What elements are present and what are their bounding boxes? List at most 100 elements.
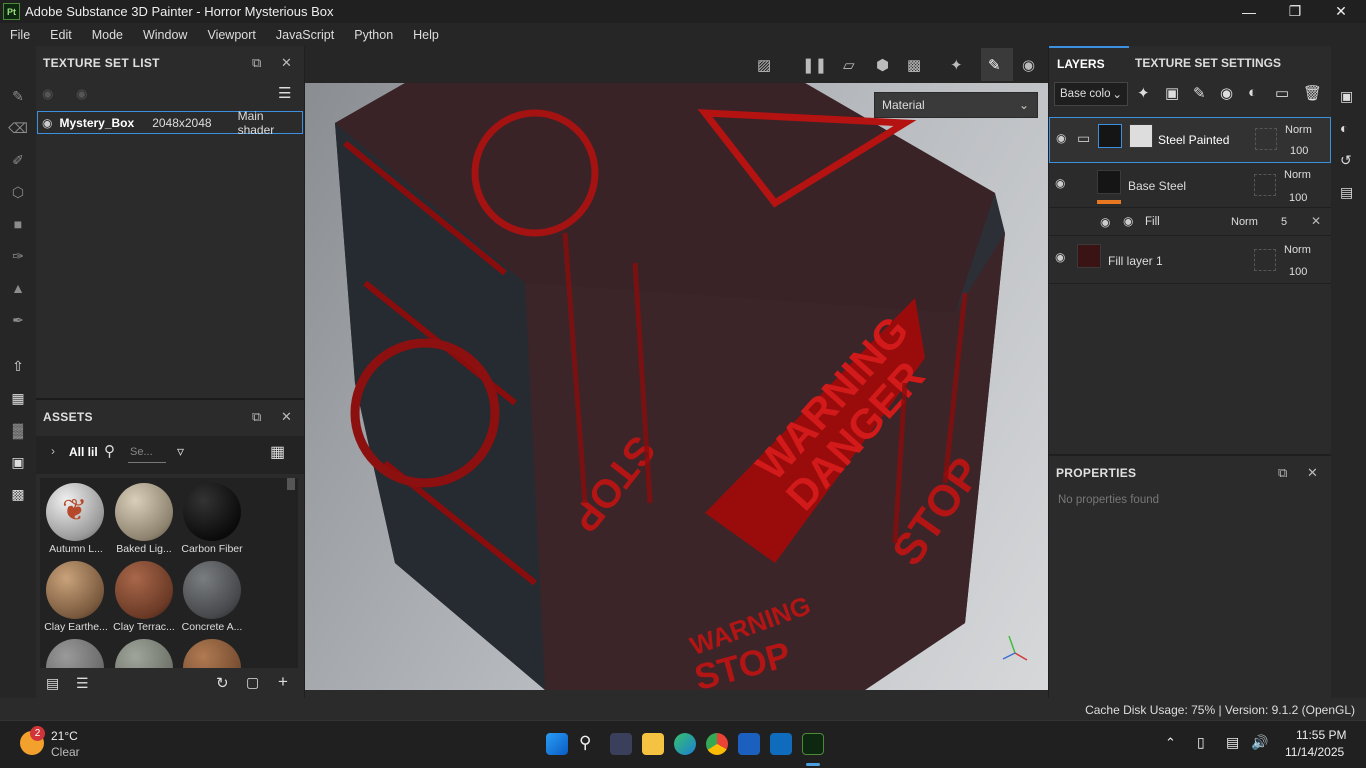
visibility-eye-icon[interactable]: ◉ bbox=[1056, 131, 1066, 145]
asset-thumb-concrete[interactable] bbox=[183, 561, 241, 619]
file-explorer-icon[interactable] bbox=[642, 733, 664, 755]
float-panel-icon[interactable]: ⧉ bbox=[252, 55, 261, 71]
menu-file[interactable]: File bbox=[0, 28, 40, 42]
layer-row-fill-effect[interactable]: ◉ ◉ Fill Norm 5 ✕ bbox=[1049, 208, 1331, 236]
close-icon[interactable]: ✕ bbox=[1318, 0, 1364, 23]
layer-thumbnail[interactable] bbox=[1077, 244, 1101, 268]
view-2d-icon[interactable]: ▱ bbox=[843, 56, 855, 74]
chevron-right-icon[interactable]: › bbox=[51, 444, 55, 458]
add-icon[interactable]: + bbox=[278, 672, 288, 692]
stamp-tool-icon[interactable]: ▲ bbox=[8, 278, 28, 298]
visibility-eye-icon[interactable]: ◉ bbox=[1055, 250, 1065, 264]
add-folder-icon[interactable]: ▭ bbox=[1275, 84, 1289, 102]
hide-all-icon[interactable]: ◉ bbox=[42, 86, 53, 102]
asset-thumb[interactable] bbox=[115, 639, 173, 668]
texture-set-row[interactable]: ◉ Mystery_Box 2048x2048 Main shader bbox=[37, 109, 303, 137]
clock-date[interactable]: 11/14/2025 bbox=[1285, 745, 1344, 759]
delete-layer-icon[interactable]: 🗑 bbox=[1303, 84, 1322, 102]
clock-time[interactable]: 11:55 PM bbox=[1296, 728, 1346, 742]
layer-opacity[interactable]: 100 bbox=[1289, 192, 1307, 204]
texture-set-settings-icon[interactable]: ▣ bbox=[1340, 88, 1353, 105]
hide-ui-icon[interactable]: ▨ bbox=[757, 56, 771, 74]
import-resources-icon[interactable]: ▤ bbox=[46, 675, 59, 692]
widgets-icon[interactable] bbox=[610, 733, 632, 755]
substance-painter-taskbar-icon[interactable] bbox=[802, 733, 824, 755]
3d-viewport[interactable]: WARNING DANGER STOP STOP WARNING STOP Ma… bbox=[305, 83, 1048, 690]
refresh-icon[interactable]: ↻ bbox=[216, 674, 229, 692]
close-panel-icon[interactable]: ✕ bbox=[281, 55, 292, 71]
assets-scrollbar[interactable] bbox=[287, 478, 295, 490]
view-3d-icon[interactable]: ⬢ bbox=[876, 56, 889, 74]
asset-thumb-carbon-fiber[interactable] bbox=[183, 483, 241, 541]
filter-icon[interactable]: ▿ bbox=[177, 443, 184, 460]
search-icon[interactable]: ⚲ bbox=[104, 442, 115, 460]
eraser-tool-icon[interactable]: ⌫ bbox=[8, 118, 28, 138]
close-panel-icon[interactable]: ✕ bbox=[281, 409, 292, 425]
layer-row-base-steel[interactable]: ◉ Base Steel Norm 100 bbox=[1049, 163, 1331, 208]
grid-view-icon[interactable]: ▦ bbox=[270, 442, 285, 462]
channel-dropdown[interactable]: Base colo ⌄ bbox=[1054, 82, 1128, 106]
effect-opacity[interactable]: 5 bbox=[1281, 216, 1287, 228]
add-smart-material-icon[interactable]: ◐ bbox=[1248, 84, 1257, 101]
float-panel-icon[interactable]: ⧉ bbox=[252, 409, 261, 425]
search-icon[interactable]: ⚲ bbox=[579, 733, 591, 753]
menu-viewport[interactable]: Viewport bbox=[197, 28, 265, 42]
volume-icon[interactable]: 🔊 bbox=[1251, 734, 1268, 751]
asset-search-input[interactable]: Se... bbox=[130, 446, 153, 458]
smudge-tool-icon[interactable]: ■ bbox=[8, 214, 28, 234]
material-mode-dropdown[interactable]: Material ⌄ bbox=[874, 92, 1038, 118]
chevron-up-icon[interactable]: ⌃ bbox=[1165, 735, 1176, 751]
battery-icon[interactable]: ▯ bbox=[1197, 734, 1205, 751]
layer-opacity[interactable]: 100 bbox=[1290, 145, 1308, 157]
asset-thumb-clay-terracotta[interactable] bbox=[115, 561, 173, 619]
menu-edit[interactable]: Edit bbox=[40, 28, 82, 42]
layer-row-fill-layer-1[interactable]: ◉ Fill layer 1 Norm 100 bbox=[1049, 236, 1331, 284]
add-fill-layer-icon[interactable]: ◉ bbox=[1220, 84, 1233, 102]
paint-brush-tool-icon[interactable]: ✎ bbox=[8, 86, 28, 106]
microsoft-store-icon[interactable] bbox=[738, 733, 760, 755]
log-icon[interactable]: ▤ bbox=[1340, 184, 1353, 201]
maximize-icon[interactable]: ❐ bbox=[1272, 0, 1318, 23]
display-settings-icon[interactable]: ◐ bbox=[1340, 120, 1348, 136]
asset-thumb[interactable] bbox=[183, 639, 241, 668]
remove-effect-icon[interactable]: ✕ bbox=[1311, 214, 1321, 228]
camera-mode-icon[interactable]: ▩ bbox=[907, 56, 921, 74]
menu-python[interactable]: Python bbox=[344, 28, 403, 42]
close-panel-icon[interactable]: ✕ bbox=[1307, 465, 1318, 481]
blend-mode[interactable]: Norm bbox=[1284, 244, 1311, 256]
asset-filter-label[interactable]: All lil bbox=[69, 445, 98, 459]
show-all-icon[interactable]: ◉ bbox=[76, 86, 87, 102]
menu-javascript[interactable]: JavaScript bbox=[266, 28, 344, 42]
asset-thumb-clay-earthen[interactable] bbox=[46, 561, 104, 619]
layer-mask-slot[interactable] bbox=[1255, 128, 1277, 150]
blend-mode[interactable]: Norm bbox=[1285, 124, 1312, 136]
pause-icon[interactable]: ❚❚ bbox=[802, 56, 827, 74]
chrome-browser-icon[interactable] bbox=[706, 733, 728, 755]
add-paint-layer-icon[interactable]: ✎ bbox=[1193, 84, 1206, 102]
layer-mask-slot[interactable] bbox=[1254, 249, 1276, 271]
history-icon[interactable]: ↺ bbox=[1340, 152, 1352, 169]
asset-thumb-baked-light[interactable] bbox=[115, 483, 173, 541]
start-button-icon[interactable] bbox=[546, 733, 568, 755]
list-view-icon[interactable]: ☰ bbox=[76, 675, 89, 692]
menu-help[interactable]: Help bbox=[403, 28, 449, 42]
polygon-fill-tool-icon[interactable]: ⬡ bbox=[8, 182, 28, 202]
export-icon[interactable]: ⇧ bbox=[8, 356, 28, 376]
network-icon[interactable]: ▤ bbox=[1226, 734, 1239, 751]
float-panel-icon[interactable]: ⧉ bbox=[1278, 465, 1287, 481]
layer-thumbnail[interactable] bbox=[1097, 170, 1121, 194]
display-settings-icon[interactable]: ▓ bbox=[8, 420, 28, 440]
clone-tool-icon[interactable]: ✑ bbox=[8, 246, 28, 266]
edge-browser-icon[interactable] bbox=[674, 733, 696, 755]
layer-row-steel-painted[interactable]: ◉ ▭ Steel Painted Norm 100 bbox=[1049, 117, 1331, 163]
texture-set-shader[interactable]: Main shader bbox=[238, 109, 302, 137]
layer-opacity[interactable]: 100 bbox=[1289, 266, 1307, 278]
tab-layers[interactable]: LAYERS bbox=[1049, 46, 1129, 80]
blend-mode[interactable]: Norm bbox=[1231, 216, 1258, 228]
paint-mode-icon[interactable]: ✎ bbox=[988, 56, 1001, 74]
blend-mode[interactable]: Norm bbox=[1284, 169, 1311, 181]
color-picker-tool-icon[interactable]: ✒ bbox=[8, 310, 28, 330]
outlook-icon[interactable] bbox=[770, 733, 792, 755]
projection-tool-icon[interactable]: ✐ bbox=[8, 150, 28, 170]
bake-icon[interactable]: ▦ bbox=[8, 388, 28, 408]
